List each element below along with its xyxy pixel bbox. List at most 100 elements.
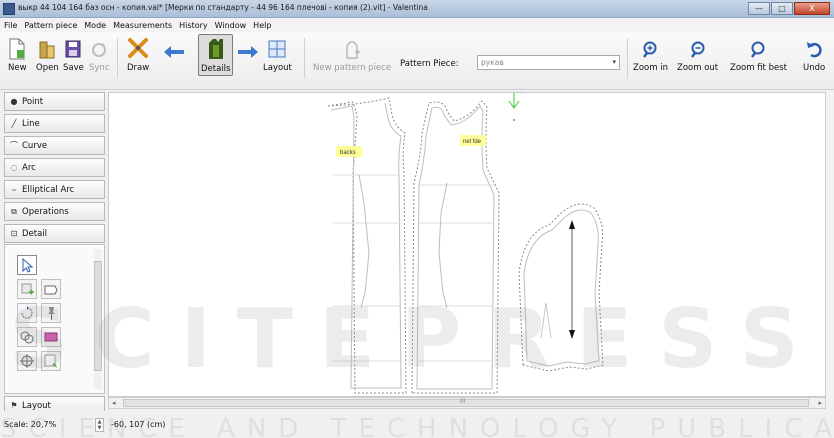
tool-panel: ● Point ╱ Line ⌒ Curve ◌ Arc ⌣ Elliptical Arc… (4, 92, 105, 426)
layout-tool-icon: ⚑ (10, 401, 18, 410)
tool-point-label: Point (22, 96, 44, 107)
pattern-piece-label: Pattern Piece: (400, 59, 459, 69)
tool-arc-label: Arc (22, 162, 36, 173)
place-label-tool[interactable] (41, 327, 61, 347)
scale-spinner[interactable]: ▲ ▼ (95, 418, 104, 432)
arrow-pointer-icon (22, 257, 34, 273)
vertical-scrollbar[interactable] (826, 92, 834, 397)
menu-mode[interactable]: Mode (84, 21, 106, 30)
chevron-down-icon: ▾ (612, 58, 616, 66)
arrow-left-icon (164, 46, 184, 58)
menu-pattern-piece[interactable]: Pattern piece (24, 21, 77, 30)
menu-window[interactable]: Window (215, 21, 247, 30)
point-icon: ● (10, 97, 18, 106)
details-label: Details (201, 64, 231, 74)
duplicate-tool[interactable] (17, 327, 37, 347)
tool-arc[interactable]: ◌ Arc (4, 158, 105, 177)
new-button[interactable]: New (8, 34, 27, 73)
zoom-fit-best-label: Zoom fit best (730, 63, 787, 73)
undo-arrow-icon (807, 42, 822, 58)
rotation-tool[interactable] (17, 303, 37, 323)
scale-readout: Scale: 20,7% (4, 420, 57, 429)
new-label: New (8, 63, 27, 73)
union-tool[interactable] (41, 279, 61, 299)
elliptical-arc-icon: ⌣ (11, 184, 17, 194)
palette-scrollbar[interactable] (94, 249, 102, 389)
internal-path-tool[interactable] (17, 351, 37, 371)
zoom-out-icon (690, 41, 705, 58)
tool-detail[interactable]: ⊡ Detail (4, 224, 105, 243)
origin-marker (508, 93, 523, 121)
place-label-icon (44, 332, 58, 342)
draw-label: Draw (127, 63, 150, 73)
layout-grid-icon (268, 40, 286, 58)
seam-allowance-tool[interactable] (17, 279, 37, 299)
tool-layout-label: Layout (22, 400, 51, 411)
tool-elliptical-arc-label: Elliptical Arc (22, 184, 75, 195)
new-pattern-piece-label: New pattern piece (313, 63, 392, 73)
crosshair-circle-icon (20, 354, 34, 368)
new-file-icon (9, 38, 25, 60)
export-icon (44, 354, 57, 368)
arc-icon: ◌ (10, 163, 18, 172)
undo-button[interactable]: Undo (803, 34, 825, 73)
zoom-fit-best-icon (751, 41, 765, 58)
sync-button[interactable]: Sync (89, 34, 110, 73)
maximize-button[interactable]: □ (771, 2, 793, 15)
arrow-right-icon (238, 46, 258, 58)
arrow-pointer-tool[interactable] (17, 255, 37, 275)
tool-operations[interactable]: ⧉ Operations (4, 202, 105, 221)
draw-button[interactable]: Draw (127, 34, 149, 73)
details-button[interactable]: Details (198, 34, 234, 76)
new-pattern-piece-icon (346, 41, 361, 59)
pin-tool[interactable] (41, 303, 61, 323)
app-window: выкр 44 104 164 баз осн - копия.val* [Ме… (0, 0, 834, 438)
zoom-in-button[interactable]: Zoom in (633, 34, 668, 73)
minimize-button[interactable]: — (748, 2, 770, 15)
close-button[interactable]: X (794, 2, 830, 15)
zoom-out-label: Zoom out (677, 63, 719, 73)
save-disk-icon (65, 40, 81, 58)
union-icon (44, 285, 58, 295)
cursor-coordinates: -60, 107 (cm) (111, 420, 166, 429)
horizontal-scroll-thumb[interactable]: III (123, 398, 809, 407)
tool-palette (4, 244, 105, 394)
curve-icon: ⌒ (10, 141, 18, 150)
export-tool[interactable] (41, 351, 61, 371)
undo-label: Undo (803, 63, 826, 73)
app-icon (3, 3, 15, 15)
back-piece-label: backs (340, 150, 356, 156)
tool-elliptical-arc[interactable]: ⌣ Elliptical Arc (4, 180, 105, 199)
menu-bar: File Pattern piece Mode Measurements His… (0, 18, 834, 32)
tool-curve[interactable]: ⌒ Curve (4, 136, 105, 155)
zoom-out-button[interactable]: Zoom out (677, 34, 718, 73)
scroll-right-icon[interactable]: ▸ (818, 398, 822, 408)
pattern-piece-value: рукав (481, 58, 504, 67)
menu-measurements[interactable]: Measurements (113, 21, 172, 30)
save-button[interactable]: Save (63, 34, 84, 73)
menu-file[interactable]: File (4, 21, 17, 30)
horizontal-scrollbar[interactable]: ◂ III ▸ (108, 397, 826, 409)
sync-label: Sync (89, 63, 110, 73)
open-button[interactable]: Open (36, 34, 59, 73)
toolbar-separator (117, 38, 118, 78)
zoom-in-icon (643, 41, 657, 58)
menu-help[interactable]: Help (253, 21, 271, 30)
pattern-piece-select[interactable]: рукав ▾ (477, 55, 620, 70)
layout-button[interactable]: Layout (263, 34, 292, 73)
menu-history[interactable]: History (179, 21, 207, 30)
new-pattern-piece-button[interactable]: New pattern piece (313, 34, 391, 73)
seam-allowance-icon (21, 283, 34, 295)
status-bar: Scale: 20,7% ▲ ▼ -60, 107 (cm) (0, 411, 834, 438)
zoom-in-label: Zoom in (633, 63, 668, 73)
zoom-fit-best-button[interactable]: Zoom fit best (730, 34, 787, 73)
toolbar-separator (304, 38, 305, 78)
window-title: выкр 44 104 164 баз осн - копия.val* [Ме… (18, 3, 428, 12)
pattern-drawing: backs nel fde (327, 93, 604, 394)
line-icon: ╱ (11, 119, 17, 128)
tool-line[interactable]: ╱ Line (4, 114, 105, 133)
scroll-left-icon[interactable]: ◂ (112, 398, 116, 408)
detail-icon: ⊡ (10, 229, 18, 238)
tool-point[interactable]: ● Point (4, 92, 105, 111)
drawing-canvas[interactable]: backs nel fde (108, 92, 826, 397)
